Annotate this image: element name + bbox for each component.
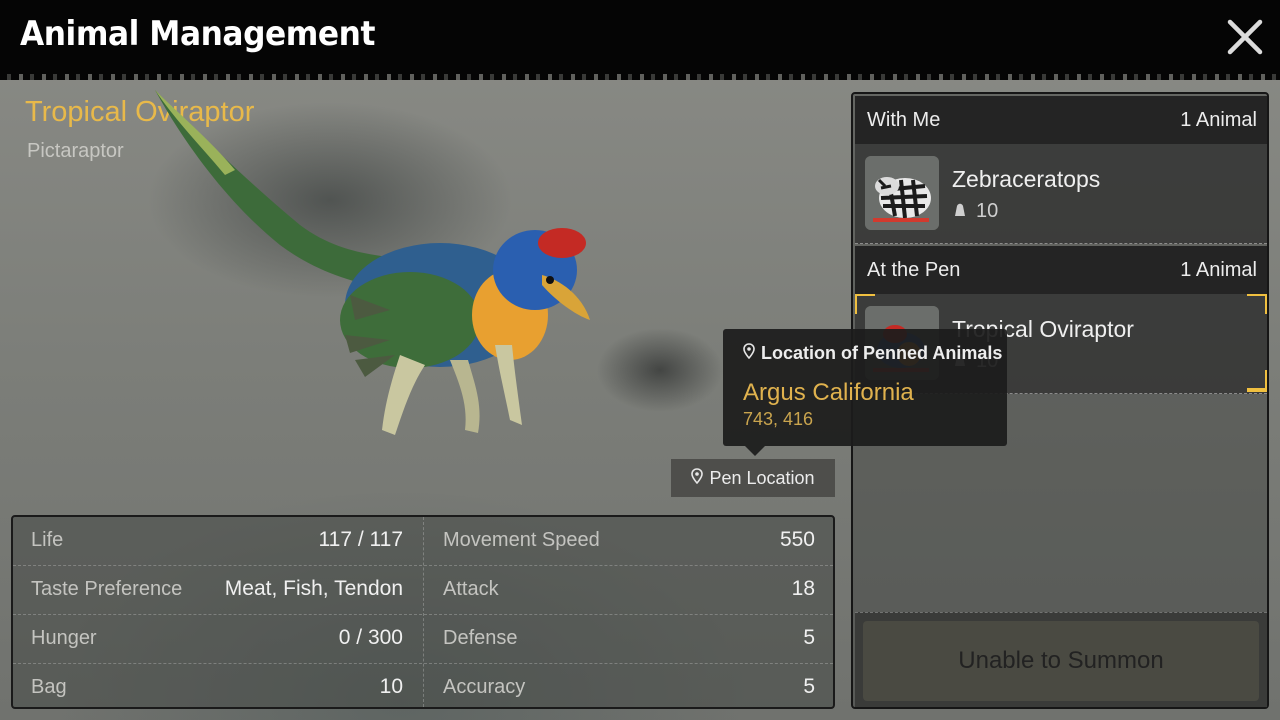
- animal-card-level: 10: [952, 200, 998, 223]
- stats-row: Life 117 / 117 Movement Speed 550: [13, 517, 833, 566]
- page-title: Animal Management: [20, 14, 375, 54]
- section-count: 1 Animal: [1180, 109, 1257, 131]
- stats-row: Taste Preference Meat, Fish, Tendon Atta…: [13, 566, 833, 615]
- stat-label: Life: [31, 529, 64, 551]
- stats-row: Bag 10 Accuracy 5: [13, 664, 833, 713]
- close-icon[interactable]: [1222, 14, 1268, 60]
- stat-label: Movement Speed: [443, 529, 600, 551]
- location-pin-icon: [691, 467, 704, 489]
- top-bar: Animal Management: [0, 0, 1280, 80]
- animal-species: Pictaraptor: [27, 140, 124, 162]
- health-bar: [873, 218, 929, 222]
- stat-label: Taste Preference: [31, 578, 183, 600]
- level-icon: [952, 200, 968, 223]
- stat-label: Hunger: [31, 627, 97, 649]
- animal-model[interactable]: [150, 85, 610, 465]
- zebraceratops-thumbnail: [865, 156, 939, 230]
- stat-value: 117 / 117: [318, 528, 403, 551]
- section-with-me-header: With Me 1 Animal: [855, 96, 1267, 144]
- pen-location-button[interactable]: Pen Location: [671, 459, 835, 497]
- pen-location-label: Pen Location: [709, 467, 815, 488]
- stat-label: Attack: [443, 578, 499, 600]
- stat-value: 5: [803, 675, 815, 698]
- stats-panel: Life 117 / 117 Movement Speed 550 Taste …: [11, 515, 835, 709]
- section-count: 1 Animal: [1180, 259, 1257, 281]
- location-pin-icon: [743, 343, 755, 364]
- summon-button[interactable]: Unable to Summon: [863, 621, 1259, 701]
- tooltip-heading: Location of Penned Animals: [743, 343, 1002, 364]
- tooltip-heading-text: Location of Penned Animals: [761, 343, 1003, 363]
- stats-row: Hunger 0 / 300 Defense 5: [13, 615, 833, 664]
- stat-value: 550: [779, 528, 815, 551]
- tooltip-coords: 743, 416: [743, 409, 814, 429]
- animal-card-name: Zebraceratops: [952, 166, 1101, 192]
- stat-value: 5: [803, 626, 815, 649]
- animal-card-zebraceratops[interactable]: Zebraceratops 10: [855, 144, 1267, 244]
- stat-value: 18: [791, 577, 815, 600]
- stat-label: Defense: [443, 627, 518, 649]
- summon-area: Unable to Summon: [855, 612, 1267, 707]
- level-value: 10: [976, 200, 999, 222]
- stat-label: Accuracy: [443, 676, 526, 698]
- stat-value: 0 / 300: [338, 626, 403, 649]
- section-label: With Me: [867, 109, 941, 131]
- stat-value: Meat, Fish, Tendon: [224, 577, 403, 600]
- tooltip-place: Argus California: [743, 379, 914, 406]
- stat-value: 10: [379, 675, 403, 698]
- stat-label: Bag: [31, 676, 67, 698]
- pen-location-tooltip: Location of Penned Animals Argus Califor…: [723, 329, 1007, 456]
- section-at-pen-header: At the Pen 1 Animal: [855, 246, 1267, 294]
- section-label: At the Pen: [867, 259, 961, 281]
